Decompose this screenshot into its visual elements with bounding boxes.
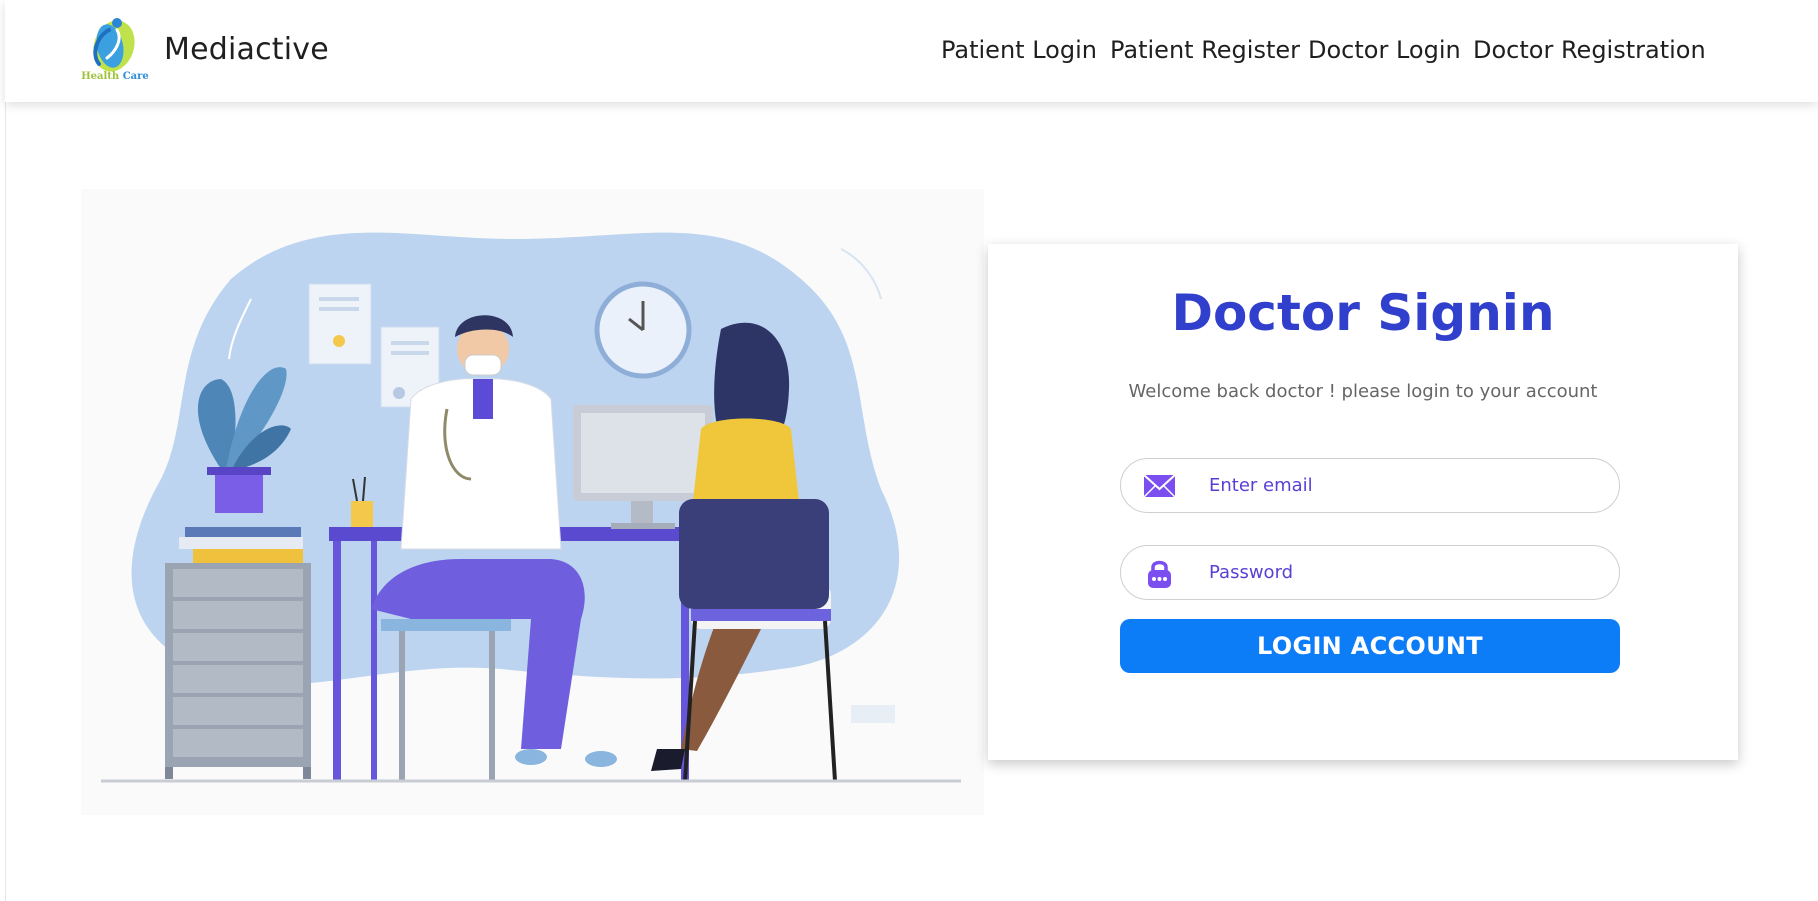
illustration-graphic bbox=[81, 189, 984, 815]
nav-patient-login[interactable]: Patient Login bbox=[941, 36, 1097, 64]
nav-links: Patient Login Patient Register Doctor Lo… bbox=[5, 36, 1818, 68]
email-field[interactable] bbox=[1120, 458, 1620, 513]
password-field[interactable] bbox=[1120, 545, 1620, 600]
email-input[interactable] bbox=[1209, 459, 1599, 512]
password-input[interactable] bbox=[1209, 546, 1599, 599]
doctor-signin-card: Doctor Signin Welcome back doctor ! plea… bbox=[988, 244, 1738, 760]
envelope-icon bbox=[1143, 474, 1176, 498]
login-account-button[interactable]: LOGIN ACCOUNT bbox=[1120, 619, 1620, 673]
nav-doctor-login[interactable]: Doctor Login bbox=[1308, 36, 1461, 64]
signin-title: Doctor Signin bbox=[1171, 284, 1555, 342]
page-left-border bbox=[5, 102, 6, 901]
nav-patient-register[interactable]: Patient Register bbox=[1110, 36, 1300, 64]
nav-doctor-registration[interactable]: Doctor Registration bbox=[1473, 36, 1706, 64]
brand-logo-caption: Health Care bbox=[81, 71, 149, 82]
signin-subtitle: Welcome back doctor ! please login to yo… bbox=[1128, 381, 1598, 402]
doctor-consultation-illustration bbox=[81, 189, 984, 815]
navbar: Health Care Mediactive Patient Login Pat… bbox=[5, 0, 1818, 102]
lock-icon bbox=[1148, 560, 1171, 588]
